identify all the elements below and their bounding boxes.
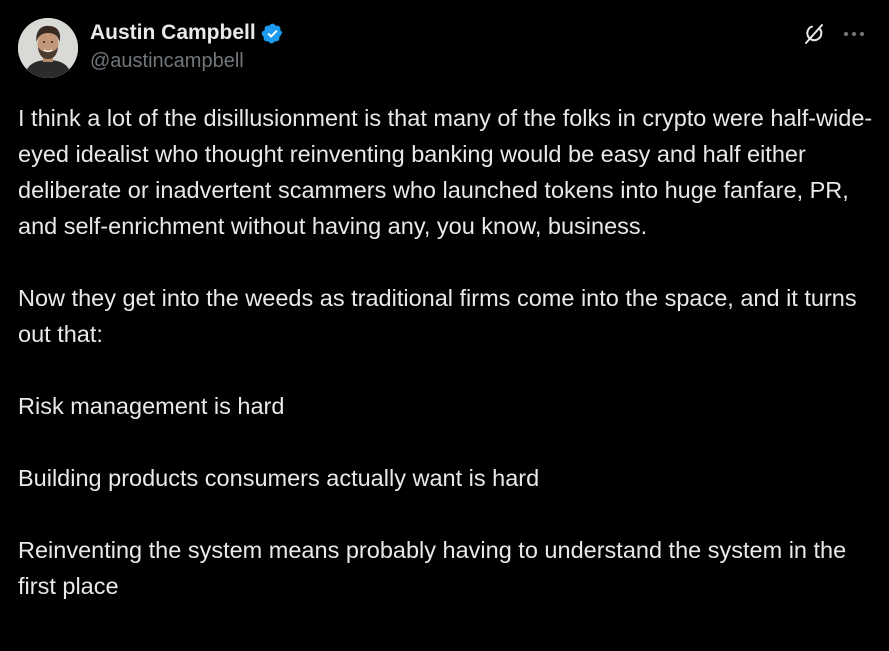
author-display-name[interactable]: Austin Campbell: [90, 21, 256, 45]
tweet-paragraph: Reinventing the system means probably ha…: [18, 537, 853, 599]
tweet-paragraph: Risk management is hard: [18, 393, 285, 419]
tweet: Austin Campbell @austincampbell I think …: [0, 0, 889, 651]
tweet-paragraph: I think a lot of the disillusionment is …: [18, 105, 873, 239]
more-horizontal-icon[interactable]: [840, 22, 868, 46]
avatar-photo: [18, 18, 78, 78]
tweet-paragraph: Now they get into the weeds as tradition…: [18, 285, 864, 347]
tweet-paragraph: Building products consumers actually wan…: [18, 465, 540, 491]
tweet-text: I think a lot of the disillusionment is …: [18, 100, 878, 604]
verified-badge-icon[interactable]: [261, 22, 284, 45]
grok-icon[interactable]: [802, 22, 826, 46]
author-handle[interactable]: @austincampbell: [90, 50, 244, 73]
avatar[interactable]: [18, 18, 78, 78]
author-name-row: Austin Campbell: [90, 18, 284, 48]
